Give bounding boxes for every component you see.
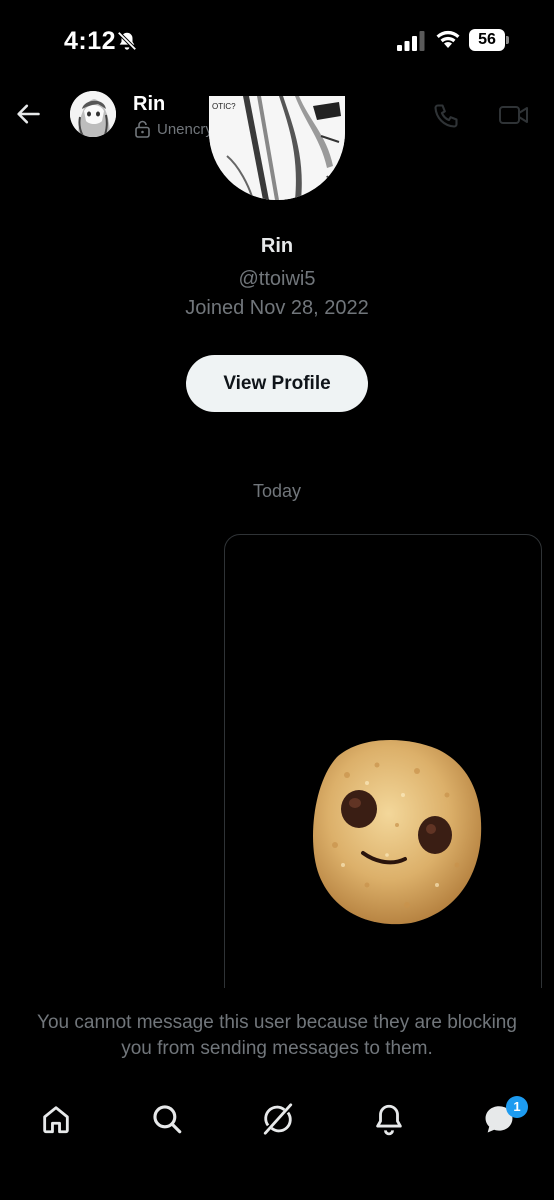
blocked-notice-text: You cannot message this user because the… — [37, 1012, 517, 1059]
profile-avatar[interactable]: OTIC? — [209, 96, 345, 200]
tab-bar — [0, 1088, 554, 1200]
video-call-icon[interactable] — [498, 102, 530, 128]
status-time: 4:12 — [64, 27, 117, 55]
view-profile-button[interactable]: View Profile — [186, 355, 368, 412]
profile-handle: @ttoiwi5 — [238, 268, 316, 290]
phone-call-icon[interactable] — [432, 102, 460, 130]
notifications-icon[interactable] — [372, 1102, 406, 1136]
header-name[interactable]: Rin — [133, 93, 165, 116]
avatar-text: OTIC? — [212, 102, 236, 111]
profile-name: Rin — [260, 235, 294, 257]
battery-indicator: 56 — [469, 29, 509, 51]
status-bar: 4:12 56 — [0, 0, 554, 80]
grok-icon[interactable] — [261, 1102, 295, 1136]
avatar[interactable] — [70, 91, 116, 137]
battery-level: 56 — [469, 29, 505, 51]
search-icon[interactable] — [150, 1102, 184, 1136]
home-icon[interactable] — [39, 1102, 73, 1136]
wifi-icon — [436, 30, 460, 48]
blocked-notice: You cannot message this user because the… — [0, 988, 554, 1088]
back-arrow-icon[interactable] — [14, 100, 42, 128]
profile-joined-date: Joined Nov 28, 2022 — [185, 297, 369, 319]
cookie-image — [313, 739, 482, 925]
unlocked-icon — [135, 120, 150, 138]
messages-badge: 1 — [506, 1096, 528, 1118]
media-message[interactable] — [224, 534, 542, 1004]
bell-muted-icon — [117, 31, 137, 51]
date-divider: Today — [252, 481, 302, 501]
cellular-signal-icon — [397, 31, 425, 51]
